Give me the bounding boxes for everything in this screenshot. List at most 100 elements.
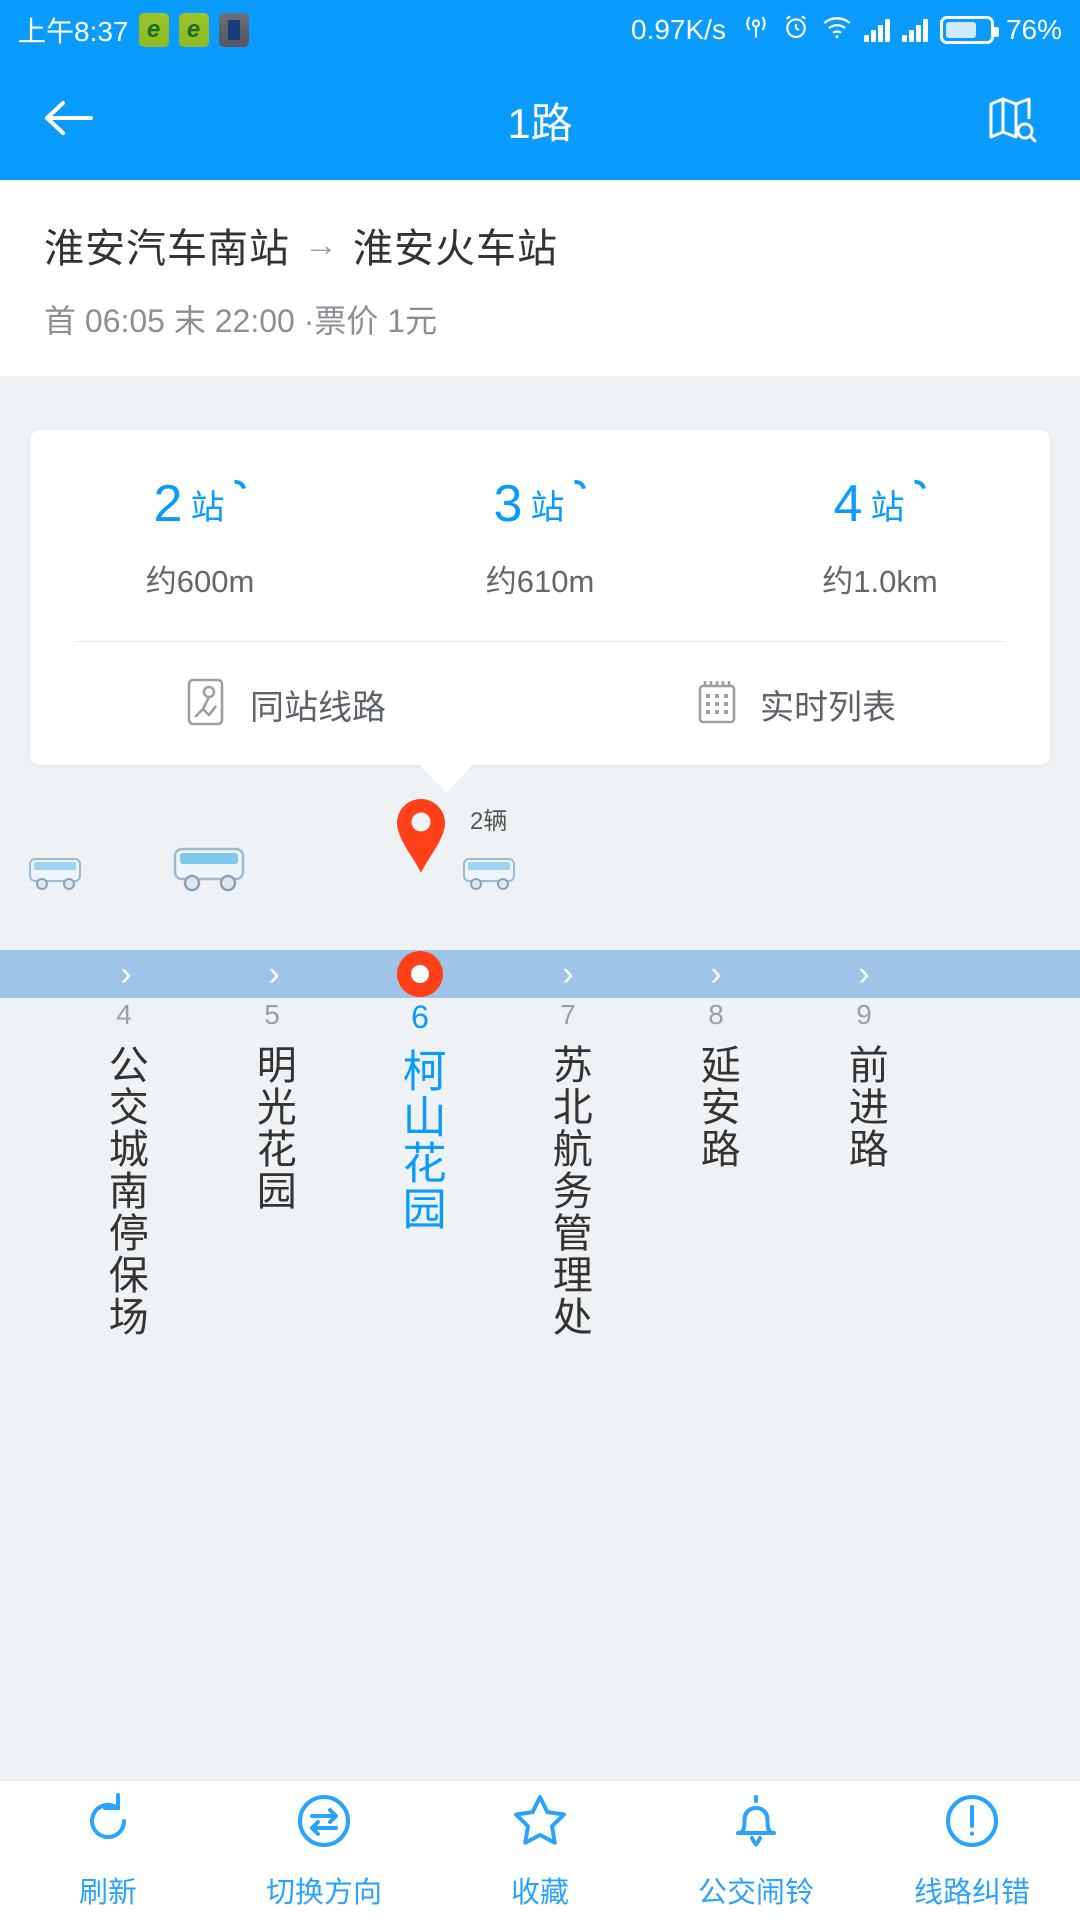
arrival-card: 2 站 约600m 3 站 约610m 4 站 约1.0km 同站线路 实时列表 — [30, 430, 1050, 765]
signal-icon — [901, 18, 928, 42]
status-bar: 上午8:37 0.97K/s 76% — [0, 0, 1080, 60]
station-item[interactable]: 4 公交城南停保场 — [64, 998, 184, 1343]
route-destination: 淮安火车站 — [353, 227, 558, 271]
app-green-icon — [178, 13, 209, 47]
status-bar-right: 0.97K/s 76% — [631, 13, 1062, 48]
battery-percent: 76% — [1005, 14, 1062, 45]
station-item[interactable]: 7 苏北航务管理处 — [508, 998, 628, 1343]
arrival-distance: 约1.0km — [822, 564, 938, 599]
favorite-button[interactable]: 收藏 — [432, 1790, 648, 1911]
loading-arc-icon — [902, 476, 931, 504]
arrival-stops: 2 — [153, 475, 183, 533]
arrival-item[interactable]: 2 站 约600m — [30, 475, 370, 601]
station-item[interactable]: 9 前进路 — [804, 998, 924, 1175]
same-station-routes-button[interactable]: 同站线路 — [30, 676, 540, 733]
back-button[interactable] — [34, 85, 104, 155]
battery-icon — [939, 16, 999, 44]
route-schedule: 首 06:05 末 22:00 ·票价 1元 — [44, 303, 438, 339]
bottom-toolbar: 刷新 切换方向 收藏 公交闹铃 线路纠错 — [0, 1780, 1080, 1920]
app-bar: 1路 — [0, 60, 1080, 180]
realtime-list-label: 实时列表 — [760, 689, 896, 727]
arrival-list: 2 站 约600m 3 站 约610m 4 站 约1.0km — [30, 430, 1050, 641]
app-green-icon — [138, 13, 169, 47]
track-arrow-icon: › — [710, 955, 722, 993]
switch-direction-label: 切换方向 — [265, 1877, 382, 1909]
loading-arc-icon — [562, 476, 591, 504]
station-name: 公交城南停保场 — [102, 1043, 147, 1338]
realtime-list-button[interactable]: 实时列表 — [540, 676, 1050, 733]
loading-arc-icon — [222, 476, 251, 504]
bus-alarm-button[interactable]: 公交闹铃 — [648, 1790, 864, 1911]
station-name: 柯山花园 — [395, 1048, 445, 1233]
station-name: 明光花园 — [250, 1043, 295, 1212]
status-bar-left: 上午8:37 — [18, 10, 249, 50]
route-correction-button[interactable]: 线路纠错 — [864, 1790, 1080, 1911]
map-search-button[interactable] — [976, 85, 1046, 155]
bell-icon — [725, 1790, 787, 1857]
wifi-icon — [822, 14, 852, 47]
refresh-icon — [77, 1790, 139, 1857]
signal-icon — [863, 18, 890, 42]
station-number: 5 — [264, 999, 280, 1030]
station-name: 延安路 — [694, 1043, 739, 1170]
network-speed: 0.97K/s — [631, 14, 726, 45]
station-number: 4 — [116, 999, 132, 1030]
bus-icon — [460, 853, 520, 898]
bus-icon — [26, 853, 86, 898]
station-number: 9 — [856, 999, 872, 1030]
route-header: 淮安汽车南站 → 淮安火车站 首 06:05 末 22:00 ·票价 1元 — [0, 180, 1080, 376]
arrival-stops: 4 — [833, 475, 863, 533]
track-arrow-icon: › — [120, 955, 132, 993]
arrival-item[interactable]: 4 站 约1.0km — [710, 475, 1050, 601]
track-arrow-icon: › — [858, 955, 870, 993]
exclamation-circle-icon — [941, 1790, 1003, 1857]
location-icon — [742, 13, 770, 48]
route-track-bar[interactable]: › › › › › — [0, 950, 1080, 998]
station-name: 前进路 — [842, 1043, 887, 1170]
current-station-marker — [397, 951, 443, 997]
same-station-routes-label: 同站线路 — [250, 689, 386, 727]
station-number: 7 — [560, 999, 576, 1030]
bus-position-strip: 2辆 — [0, 765, 1080, 950]
station-item[interactable]: 8 延安路 — [656, 998, 776, 1175]
bus-icon — [170, 841, 250, 900]
arrival-stops-group: 2 站 — [153, 475, 251, 533]
map-pin-route-icon — [184, 676, 230, 733]
page-title: 1路 — [507, 99, 573, 147]
refresh-label: 刷新 — [78, 1877, 137, 1909]
bus-count-label: 2辆 — [470, 808, 508, 835]
direction-arrow-icon: → — [304, 225, 339, 264]
station-name: 苏北航务管理处 — [546, 1043, 591, 1338]
arrival-unit: 站 — [530, 489, 565, 527]
route-origin: 淮安汽车南站 — [44, 227, 290, 271]
switch-direction-button[interactable]: 切换方向 — [216, 1790, 432, 1911]
track-arrow-icon: › — [562, 955, 574, 993]
refresh-button[interactable]: 刷新 — [0, 1790, 216, 1911]
arrival-distance: 约600m — [145, 564, 255, 599]
arrival-unit: 站 — [190, 489, 225, 527]
arrival-stops-group: 3 站 — [493, 475, 591, 533]
calendar-grid-icon — [694, 677, 740, 732]
station-item-active[interactable]: 6 柯山花园 — [360, 998, 480, 1237]
station-item[interactable]: 5 明光花园 — [212, 998, 332, 1217]
card-pointer-arrow — [420, 765, 472, 793]
arrival-stops-group: 4 站 — [833, 475, 931, 533]
arrival-unit: 站 — [870, 489, 905, 527]
star-icon — [509, 1790, 571, 1857]
arrival-item[interactable]: 3 站 约610m — [370, 475, 710, 601]
alarm-icon — [782, 13, 810, 48]
station-list: 4 公交城南停保场 5 明光花园 6 柯山花园 7 苏北航务管理处 8 延安路 … — [0, 998, 1080, 1458]
arrival-distance: 约610m — [485, 564, 595, 599]
red-map-pin-icon — [392, 797, 450, 875]
bus-alarm-label: 公交闹铃 — [697, 1877, 814, 1909]
back-arrow-icon — [41, 95, 97, 146]
map-search-icon — [983, 90, 1039, 151]
arrival-stops: 3 — [493, 475, 523, 533]
track-arrow-icon: › — [268, 955, 280, 993]
card-action-row: 同站线路 实时列表 — [30, 642, 1050, 765]
route-correction-label: 线路纠错 — [913, 1877, 1030, 1909]
app-dark-icon — [218, 13, 249, 47]
favorite-label: 收藏 — [510, 1877, 569, 1909]
route-direction: 淮安汽车南站 → 淮安火车站 — [44, 216, 1036, 274]
